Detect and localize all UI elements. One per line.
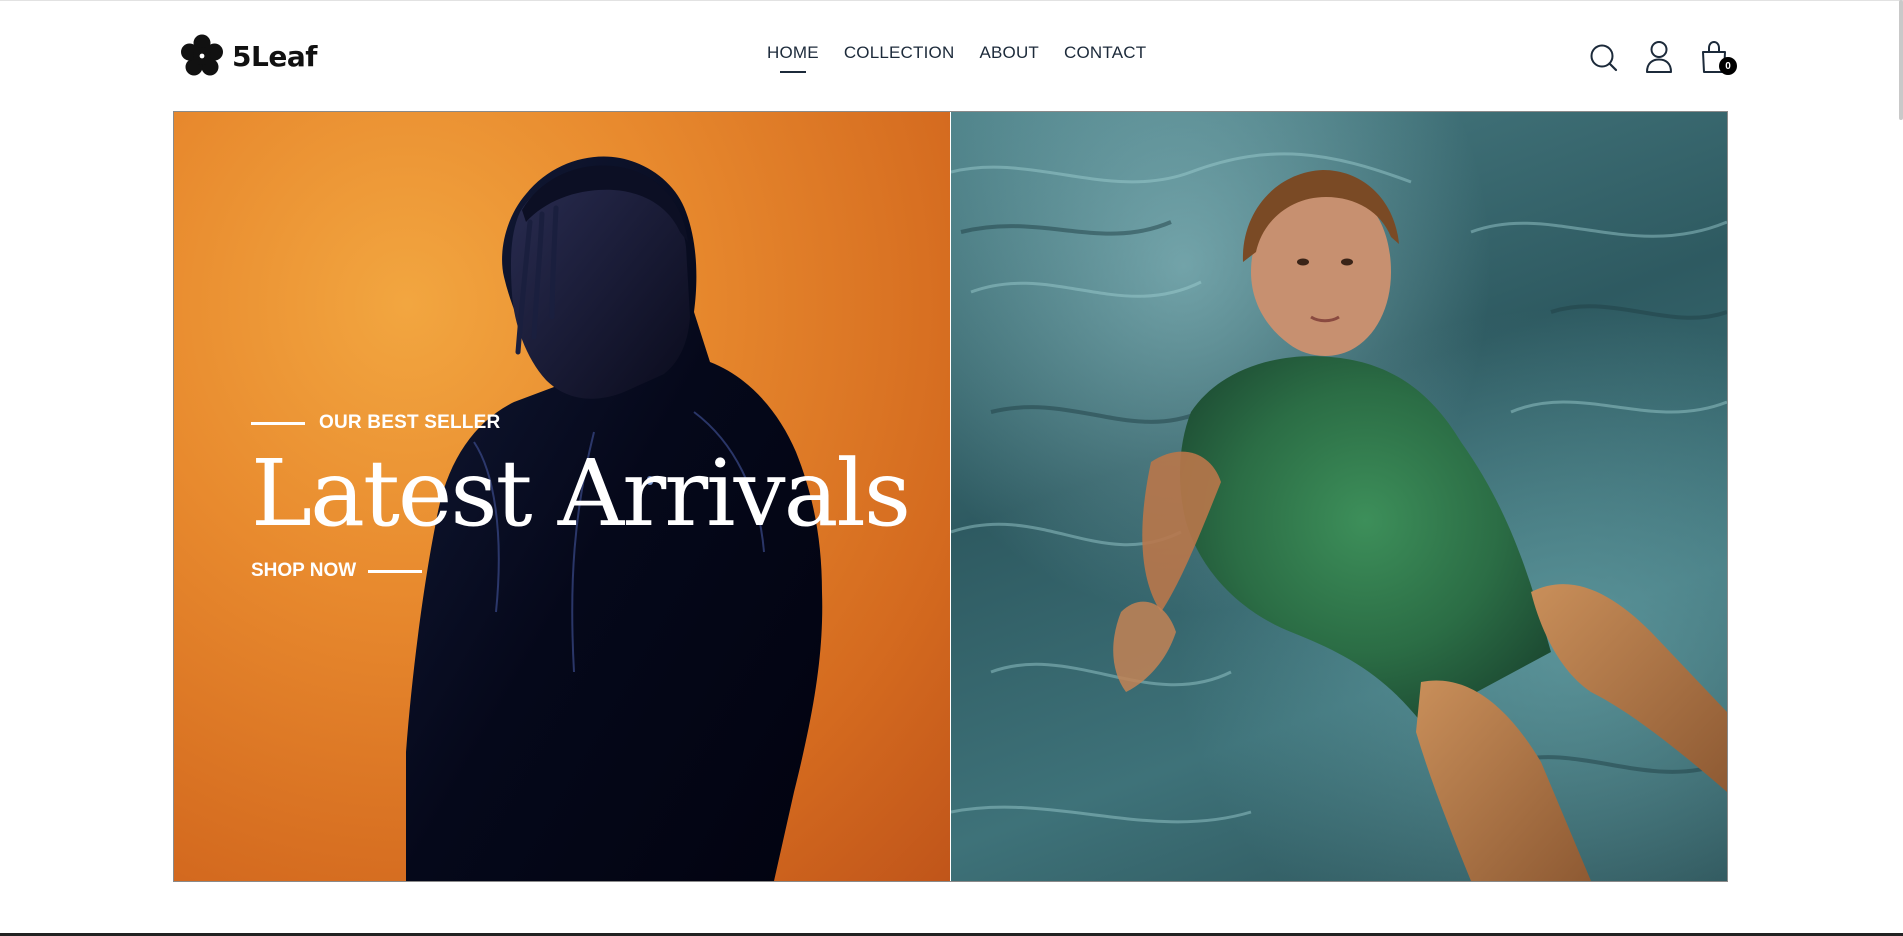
nav-home[interactable]: HOME — [767, 43, 819, 73]
user-icon — [1646, 41, 1672, 73]
hero-right-image[interactable] — [951, 112, 1727, 881]
cart-button[interactable]: 0 — [1698, 39, 1737, 75]
scrollbar[interactable] — [1899, 0, 1903, 120]
site-header: 5Leaf HOME COLLECTION ABOUT CONTACT 0 — [0, 1, 1903, 111]
main-navigation: HOME COLLECTION ABOUT CONTACT — [767, 43, 1171, 73]
nav-collection[interactable]: COLLECTION — [844, 43, 955, 63]
hero-eyebrow: OUR BEST SELLER — [251, 412, 909, 434]
hero-eyebrow-text: OUR BEST SELLER — [319, 412, 501, 433]
eyebrow-line — [251, 421, 305, 425]
hero-headline: Latest Arrivals — [251, 440, 911, 547]
cart-count-badge: 0 — [1719, 57, 1737, 75]
cta-line — [368, 569, 423, 573]
brand-logo[interactable]: 5Leaf — [176, 30, 317, 82]
hero-text-block: OUR BEST SELLER Latest Arrivals SHOP NOW — [251, 412, 911, 582]
header-actions: 0 — [1588, 39, 1753, 75]
hero-left-image[interactable]: OUR BEST SELLER Latest Arrivals SHOP NOW — [174, 112, 950, 881]
nav-contact[interactable]: CONTACT — [1064, 43, 1146, 63]
woman-in-water-image — [951, 152, 1727, 881]
brand-name: 5Leaf — [232, 39, 317, 73]
search-icon — [1590, 44, 1618, 72]
nav-about[interactable]: ABOUT — [979, 43, 1039, 63]
account-button[interactable] — [1643, 39, 1675, 75]
five-leaf-clover-icon — [181, 34, 223, 76]
hero-banner: OUR BEST SELLER Latest Arrivals SHOP NOW — [173, 111, 1728, 882]
shop-now-link[interactable]: SHOP NOW — [251, 560, 909, 582]
search-button[interactable] — [1588, 39, 1620, 75]
shop-now-label: SHOP NOW — [251, 560, 357, 581]
